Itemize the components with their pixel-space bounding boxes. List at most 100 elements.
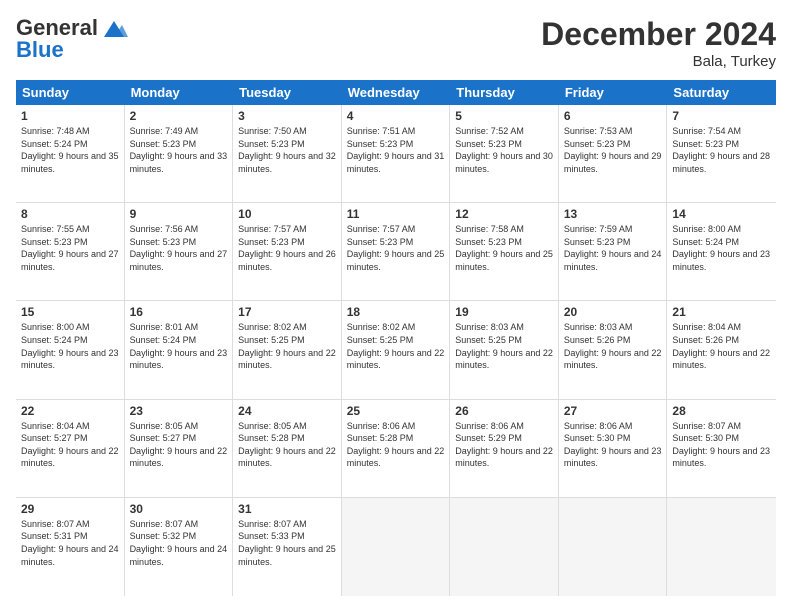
month-title: December 2024 (541, 16, 776, 53)
day-number: 21 (672, 305, 771, 319)
cell-info: Sunrise: 8:00 AMSunset: 5:24 PMDaylight:… (21, 322, 119, 370)
calendar-cell: 20 Sunrise: 8:03 AMSunset: 5:26 PMDaylig… (559, 301, 668, 398)
calendar-cell (450, 498, 559, 596)
location: Bala, Turkey (541, 53, 776, 70)
cell-info: Sunrise: 8:02 AMSunset: 5:25 PMDaylight:… (347, 322, 445, 370)
day-number: 17 (238, 305, 336, 319)
day-number: 2 (130, 109, 228, 123)
calendar-row-5: 29 Sunrise: 8:07 AMSunset: 5:31 PMDaylig… (16, 498, 776, 596)
cell-info: Sunrise: 8:05 AMSunset: 5:28 PMDaylight:… (238, 421, 336, 469)
calendar-cell: 31 Sunrise: 8:07 AMSunset: 5:33 PMDaylig… (233, 498, 342, 596)
logo: General Blue (16, 16, 128, 62)
header: General Blue December 2024 Bala, Turkey (16, 16, 776, 70)
day-number: 7 (672, 109, 771, 123)
day-number: 15 (21, 305, 119, 319)
header-day-wednesday: Wednesday (342, 80, 451, 105)
calendar-row-2: 8 Sunrise: 7:55 AMSunset: 5:23 PMDayligh… (16, 203, 776, 301)
calendar-cell: 24 Sunrise: 8:05 AMSunset: 5:28 PMDaylig… (233, 400, 342, 497)
cell-info: Sunrise: 8:07 AMSunset: 5:33 PMDaylight:… (238, 519, 336, 567)
header-day-monday: Monday (125, 80, 234, 105)
day-number: 19 (455, 305, 553, 319)
calendar-cell: 2 Sunrise: 7:49 AMSunset: 5:23 PMDayligh… (125, 105, 234, 202)
day-number: 20 (564, 305, 662, 319)
calendar-body: 1 Sunrise: 7:48 AMSunset: 5:24 PMDayligh… (16, 105, 776, 596)
cell-info: Sunrise: 7:53 AMSunset: 5:23 PMDaylight:… (564, 126, 662, 174)
cell-info: Sunrise: 8:07 AMSunset: 5:30 PMDaylight:… (672, 421, 770, 469)
calendar-cell: 21 Sunrise: 8:04 AMSunset: 5:26 PMDaylig… (667, 301, 776, 398)
day-number: 9 (130, 207, 228, 221)
cell-info: Sunrise: 7:49 AMSunset: 5:23 PMDaylight:… (130, 126, 228, 174)
calendar-cell: 27 Sunrise: 8:06 AMSunset: 5:30 PMDaylig… (559, 400, 668, 497)
day-number: 26 (455, 404, 553, 418)
calendar-row-4: 22 Sunrise: 8:04 AMSunset: 5:27 PMDaylig… (16, 400, 776, 498)
calendar-cell: 11 Sunrise: 7:57 AMSunset: 5:23 PMDaylig… (342, 203, 451, 300)
day-number: 16 (130, 305, 228, 319)
calendar-cell: 7 Sunrise: 7:54 AMSunset: 5:23 PMDayligh… (667, 105, 776, 202)
cell-info: Sunrise: 8:06 AMSunset: 5:28 PMDaylight:… (347, 421, 445, 469)
day-number: 10 (238, 207, 336, 221)
calendar-cell: 19 Sunrise: 8:03 AMSunset: 5:25 PMDaylig… (450, 301, 559, 398)
day-number: 22 (21, 404, 119, 418)
calendar-cell: 14 Sunrise: 8:00 AMSunset: 5:24 PMDaylig… (667, 203, 776, 300)
day-number: 14 (672, 207, 771, 221)
cell-info: Sunrise: 8:05 AMSunset: 5:27 PMDaylight:… (130, 421, 228, 469)
cell-info: Sunrise: 7:48 AMSunset: 5:24 PMDaylight:… (21, 126, 119, 174)
cell-info: Sunrise: 7:50 AMSunset: 5:23 PMDaylight:… (238, 126, 336, 174)
cell-info: Sunrise: 8:02 AMSunset: 5:25 PMDaylight:… (238, 322, 336, 370)
day-number: 27 (564, 404, 662, 418)
cell-info: Sunrise: 7:56 AMSunset: 5:23 PMDaylight:… (130, 224, 228, 272)
calendar-cell: 16 Sunrise: 8:01 AMSunset: 5:24 PMDaylig… (125, 301, 234, 398)
calendar-cell (559, 498, 668, 596)
calendar-cell (667, 498, 776, 596)
calendar-cell: 29 Sunrise: 8:07 AMSunset: 5:31 PMDaylig… (16, 498, 125, 596)
day-number: 4 (347, 109, 445, 123)
calendar-cell: 9 Sunrise: 7:56 AMSunset: 5:23 PMDayligh… (125, 203, 234, 300)
day-number: 29 (21, 502, 119, 516)
calendar-cell: 8 Sunrise: 7:55 AMSunset: 5:23 PMDayligh… (16, 203, 125, 300)
calendar-cell: 6 Sunrise: 7:53 AMSunset: 5:23 PMDayligh… (559, 105, 668, 202)
header-day-thursday: Thursday (450, 80, 559, 105)
header-day-sunday: Sunday (16, 80, 125, 105)
day-number: 6 (564, 109, 662, 123)
cell-info: Sunrise: 8:06 AMSunset: 5:30 PMDaylight:… (564, 421, 662, 469)
day-number: 23 (130, 404, 228, 418)
cell-info: Sunrise: 7:52 AMSunset: 5:23 PMDaylight:… (455, 126, 553, 174)
day-number: 5 (455, 109, 553, 123)
day-number: 12 (455, 207, 553, 221)
header-day-tuesday: Tuesday (233, 80, 342, 105)
day-number: 18 (347, 305, 445, 319)
day-number: 13 (564, 207, 662, 221)
cell-info: Sunrise: 8:00 AMSunset: 5:24 PMDaylight:… (672, 224, 770, 272)
calendar-cell: 4 Sunrise: 7:51 AMSunset: 5:23 PMDayligh… (342, 105, 451, 202)
day-number: 28 (672, 404, 771, 418)
calendar-cell: 12 Sunrise: 7:58 AMSunset: 5:23 PMDaylig… (450, 203, 559, 300)
calendar-cell (342, 498, 451, 596)
calendar-cell: 30 Sunrise: 8:07 AMSunset: 5:32 PMDaylig… (125, 498, 234, 596)
cell-info: Sunrise: 8:04 AMSunset: 5:27 PMDaylight:… (21, 421, 119, 469)
cell-info: Sunrise: 8:01 AMSunset: 5:24 PMDaylight:… (130, 322, 228, 370)
calendar-header: SundayMondayTuesdayWednesdayThursdayFrid… (16, 80, 776, 105)
cell-info: Sunrise: 8:06 AMSunset: 5:29 PMDaylight:… (455, 421, 553, 469)
day-number: 1 (21, 109, 119, 123)
cell-info: Sunrise: 8:03 AMSunset: 5:25 PMDaylight:… (455, 322, 553, 370)
calendar-cell: 26 Sunrise: 8:06 AMSunset: 5:29 PMDaylig… (450, 400, 559, 497)
cell-info: Sunrise: 8:04 AMSunset: 5:26 PMDaylight:… (672, 322, 770, 370)
header-day-friday: Friday (559, 80, 668, 105)
calendar-cell: 25 Sunrise: 8:06 AMSunset: 5:28 PMDaylig… (342, 400, 451, 497)
calendar-cell: 18 Sunrise: 8:02 AMSunset: 5:25 PMDaylig… (342, 301, 451, 398)
day-number: 30 (130, 502, 228, 516)
calendar-row-3: 15 Sunrise: 8:00 AMSunset: 5:24 PMDaylig… (16, 301, 776, 399)
calendar-cell: 23 Sunrise: 8:05 AMSunset: 5:27 PMDaylig… (125, 400, 234, 497)
cell-info: Sunrise: 7:58 AMSunset: 5:23 PMDaylight:… (455, 224, 553, 272)
day-number: 31 (238, 502, 336, 516)
calendar-cell: 5 Sunrise: 7:52 AMSunset: 5:23 PMDayligh… (450, 105, 559, 202)
cell-info: Sunrise: 7:51 AMSunset: 5:23 PMDaylight:… (347, 126, 445, 174)
calendar-cell: 28 Sunrise: 8:07 AMSunset: 5:30 PMDaylig… (667, 400, 776, 497)
calendar-cell: 22 Sunrise: 8:04 AMSunset: 5:27 PMDaylig… (16, 400, 125, 497)
day-number: 25 (347, 404, 445, 418)
cell-info: Sunrise: 7:57 AMSunset: 5:23 PMDaylight:… (238, 224, 336, 272)
calendar-cell: 13 Sunrise: 7:59 AMSunset: 5:23 PMDaylig… (559, 203, 668, 300)
cell-info: Sunrise: 7:54 AMSunset: 5:23 PMDaylight:… (672, 126, 770, 174)
day-number: 3 (238, 109, 336, 123)
calendar-cell: 17 Sunrise: 8:02 AMSunset: 5:25 PMDaylig… (233, 301, 342, 398)
